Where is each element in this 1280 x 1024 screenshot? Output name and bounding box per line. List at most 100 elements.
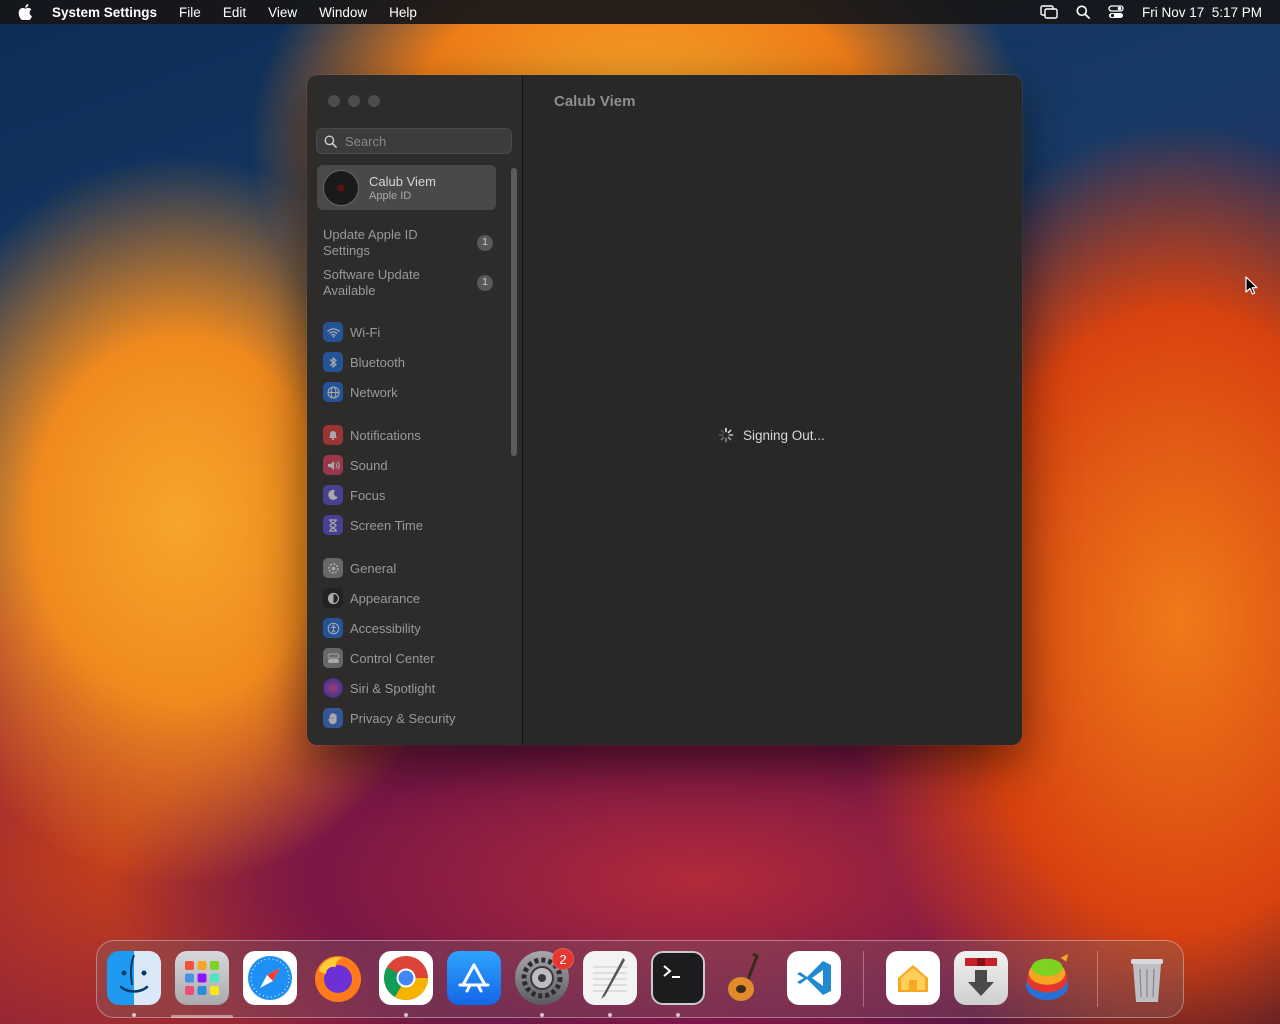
menu-help[interactable]: Help bbox=[389, 5, 417, 20]
sidebar-item-accessibility[interactable]: Accessibility bbox=[323, 617, 503, 639]
content-pane: Calub Viem Signing Out... bbox=[523, 75, 1022, 745]
system-settings-window: Calub Viem Apple ID Update Apple ID Sett… bbox=[307, 75, 1022, 745]
running-indicator bbox=[676, 1013, 680, 1017]
menu-edit[interactable]: Edit bbox=[223, 5, 246, 20]
sidebar-scrollbar[interactable] bbox=[511, 168, 517, 456]
apple-menu-icon[interactable] bbox=[18, 4, 34, 20]
notice-badge: 1 bbox=[477, 275, 493, 291]
search-input[interactable] bbox=[343, 132, 507, 150]
sidebar-item-appearance[interactable]: Appearance bbox=[323, 587, 503, 609]
minimize-button[interactable] bbox=[348, 95, 360, 107]
sidebar-item-siri-spotlight[interactable]: Siri & Spotlight bbox=[323, 677, 503, 699]
vscode-icon[interactable] bbox=[787, 951, 841, 1005]
notice-label: Update Apple ID Settings bbox=[323, 227, 418, 258]
running-indicator bbox=[132, 1013, 136, 1017]
download-icon[interactable] bbox=[954, 951, 1008, 1005]
siri-icon bbox=[323, 678, 343, 698]
notice-label: Software Update Available bbox=[323, 267, 420, 298]
sidebar-item-label: Appearance bbox=[350, 590, 421, 606]
speaker-icon bbox=[323, 455, 343, 475]
home-icon[interactable] bbox=[886, 951, 940, 1005]
notice-software-update[interactable]: Software Update Available 1 bbox=[323, 267, 493, 299]
sidebar-item-notifications[interactable]: Notifications bbox=[323, 424, 503, 446]
globe-icon bbox=[323, 382, 343, 402]
sidebar-item-label: Accessibility bbox=[350, 620, 421, 636]
launchpad-progress-bar bbox=[171, 1015, 233, 1018]
search-field[interactable] bbox=[316, 128, 512, 154]
appearance-icon bbox=[323, 588, 343, 608]
sidebar-item-bluetooth[interactable]: Bluetooth bbox=[323, 351, 503, 373]
running-indicator bbox=[540, 1013, 544, 1017]
safari-icon[interactable] bbox=[243, 951, 297, 1005]
sidebar-item-focus[interactable]: Focus bbox=[323, 484, 503, 506]
mouse-cursor-icon bbox=[1245, 276, 1259, 301]
launchpad-icon[interactable] bbox=[175, 951, 229, 1005]
menu-file[interactable]: File bbox=[179, 5, 201, 20]
account-subtitle: Apple ID bbox=[369, 189, 412, 202]
sidebar-item-privacy-security[interactable]: Privacy & Security bbox=[323, 707, 503, 729]
status-text: Signing Out... bbox=[743, 427, 825, 443]
spinner-icon bbox=[718, 427, 734, 443]
sidebar-item-label: Notifications bbox=[350, 427, 421, 443]
trash-icon[interactable] bbox=[1120, 951, 1174, 1005]
sidebar-item-label: Wi-Fi bbox=[350, 324, 381, 340]
sidebar-item-label: Control Center bbox=[350, 650, 435, 666]
hourglass-icon bbox=[323, 515, 343, 535]
menu-window[interactable]: Window bbox=[319, 5, 367, 20]
running-indicator bbox=[404, 1013, 408, 1017]
menu-view[interactable]: View bbox=[268, 5, 297, 20]
terminal-icon[interactable] bbox=[651, 951, 705, 1005]
sidebar-item-label: Siri & Spotlight bbox=[350, 680, 436, 696]
account-name: Calub Viem bbox=[369, 173, 436, 189]
screen-mirroring-icon[interactable] bbox=[1040, 5, 1058, 19]
sidebar-item-sound[interactable]: Sound bbox=[323, 454, 503, 476]
dock: 2 bbox=[96, 940, 1184, 1018]
avatar bbox=[323, 169, 359, 206]
notice-update-apple-id[interactable]: Update Apple ID Settings 1 bbox=[323, 227, 493, 259]
moon-icon bbox=[323, 485, 343, 505]
control-center-icon bbox=[323, 648, 343, 668]
bell-icon bbox=[323, 425, 343, 445]
sidebar-item-label: General bbox=[350, 560, 397, 576]
sidebar-item-label: Screen Time bbox=[350, 517, 423, 533]
app-store-icon[interactable] bbox=[447, 951, 501, 1005]
sidebar-item-label: Network bbox=[350, 384, 398, 400]
menu-clock[interactable]: Fri Nov 17 5:17 PM bbox=[1142, 5, 1262, 20]
sidebar-item-general[interactable]: General bbox=[323, 557, 503, 579]
notice-badge: 1 bbox=[477, 235, 493, 251]
menu-bar: System Settings File Edit View Window He… bbox=[0, 0, 1280, 24]
spotlight-search-icon[interactable] bbox=[1076, 5, 1090, 19]
sidebar-item-label: Privacy & Security bbox=[350, 710, 456, 726]
running-indicator bbox=[608, 1013, 612, 1017]
dock-separator bbox=[863, 951, 864, 1007]
textedit-icon[interactable] bbox=[583, 951, 637, 1005]
search-icon bbox=[324, 135, 337, 148]
apple-id-account[interactable]: Calub Viem Apple ID bbox=[317, 165, 496, 210]
wifi-icon bbox=[323, 322, 343, 342]
sidebar-item-wifi[interactable]: Wi-Fi bbox=[323, 321, 503, 343]
page-title: Calub Viem bbox=[554, 93, 636, 110]
chrome-icon[interactable] bbox=[379, 951, 433, 1005]
sidebar: Calub Viem Apple ID Update Apple ID Sett… bbox=[307, 75, 523, 745]
accessibility-icon bbox=[323, 618, 343, 638]
sidebar-item-screen-time[interactable]: Screen Time bbox=[323, 514, 503, 536]
menu-app-name[interactable]: System Settings bbox=[52, 5, 157, 20]
garageband-icon[interactable] bbox=[719, 951, 773, 1005]
firefox-icon[interactable] bbox=[311, 951, 365, 1005]
hand-icon bbox=[323, 708, 343, 728]
toolbox-icon[interactable] bbox=[1022, 951, 1076, 1005]
window-controls bbox=[328, 95, 380, 107]
notification-badge: 2 bbox=[552, 948, 574, 970]
close-button[interactable] bbox=[328, 95, 340, 107]
sidebar-item-control-center[interactable]: Control Center bbox=[323, 647, 503, 669]
sidebar-item-label: Sound bbox=[350, 457, 388, 473]
finder-icon[interactable] bbox=[107, 951, 161, 1005]
signing-out-status: Signing Out... bbox=[718, 427, 825, 443]
control-center-menu-icon[interactable] bbox=[1108, 5, 1124, 19]
gear-icon bbox=[323, 558, 343, 578]
dock-separator bbox=[1097, 951, 1098, 1007]
sidebar-item-network[interactable]: Network bbox=[323, 381, 503, 403]
sidebar-item-label: Focus bbox=[350, 487, 386, 503]
bluetooth-icon bbox=[323, 352, 343, 372]
zoom-button[interactable] bbox=[368, 95, 380, 107]
